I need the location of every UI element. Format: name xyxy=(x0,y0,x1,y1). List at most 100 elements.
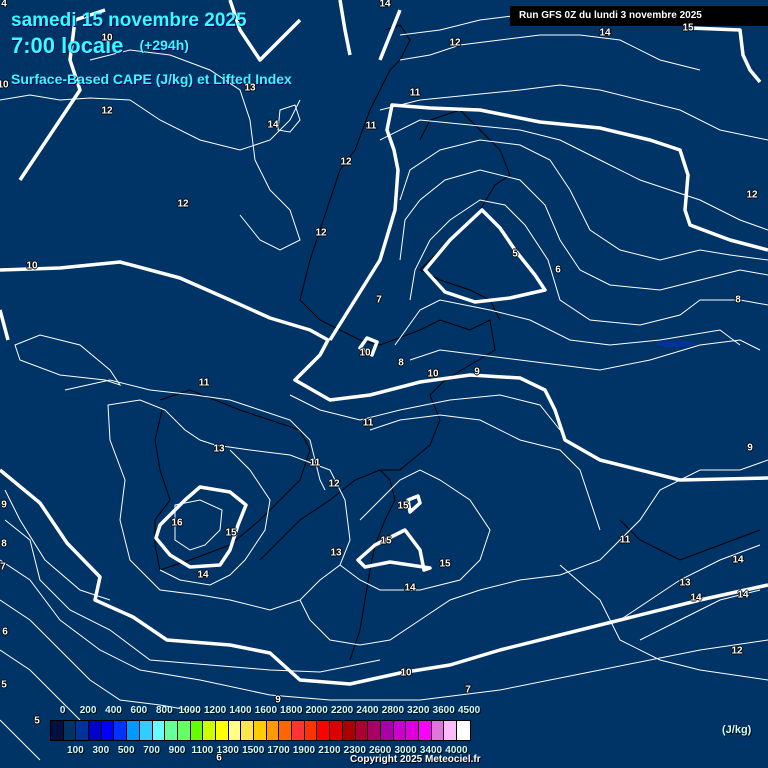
contour-label: 11 xyxy=(409,87,421,99)
contour-label: 12 xyxy=(746,189,758,201)
contour-label: 12 xyxy=(328,478,340,490)
contour-label: 12 xyxy=(315,227,327,239)
run-label: Run GFS 0Z du lundi 3 novembre 2025 xyxy=(510,6,768,26)
contour-label: 14 xyxy=(267,119,279,131)
contour-label: 12 xyxy=(731,645,743,657)
contour-label: 5 xyxy=(1,679,7,691)
legend-tick-top: 4500 xyxy=(457,705,481,716)
contour-label: 13 xyxy=(213,443,225,455)
contour-label: 11 xyxy=(619,534,631,546)
contour-label: 8 xyxy=(735,294,741,306)
legend-tick-bottom: 100 xyxy=(67,745,84,756)
contour-label: 13 xyxy=(679,577,691,589)
contour-label: 10 xyxy=(400,667,412,679)
contour-label: 4 xyxy=(1,0,7,10)
legend-swatch xyxy=(292,721,305,740)
legend-swatch xyxy=(254,721,267,740)
forecast-date: samedi 15 novembre 2025 xyxy=(11,10,247,31)
cape-lifted-index-map xyxy=(0,0,768,761)
legend-tick-top: 200 xyxy=(79,705,97,716)
contour-label: 8 xyxy=(398,357,404,369)
legend-tick-top: 3200 xyxy=(407,705,430,716)
legend-tick-bottom: 1500 xyxy=(242,745,265,756)
contour-15-south xyxy=(356,528,432,572)
legend-tick-bottom: 700 xyxy=(143,745,160,756)
contour-10-south xyxy=(0,468,768,686)
legend-tick-bottom: 1100 xyxy=(191,745,214,756)
legend-swatch xyxy=(89,721,102,740)
legend-tick-top: 800 xyxy=(155,705,173,716)
legend-swatch xyxy=(203,721,216,740)
contour-label: 10 xyxy=(359,347,371,359)
contour-label: 6 xyxy=(2,626,8,638)
forecast-time: 7:00 locale (+294h) xyxy=(11,33,189,59)
contour-label: 12 xyxy=(449,37,461,49)
legend-swatch xyxy=(63,721,77,740)
legend-tick-bottom: 900 xyxy=(168,745,186,756)
contour-label: 14 xyxy=(404,582,416,594)
legend-swatch xyxy=(279,721,293,740)
legend-tick-top: 1400 xyxy=(229,705,252,716)
legend-tick-top: 600 xyxy=(130,705,148,716)
contour-label: 15 xyxy=(439,558,451,570)
legend-tick-top: 400 xyxy=(105,705,122,716)
legend-swatch xyxy=(317,721,331,740)
contour-label: 9 xyxy=(275,694,281,706)
legend-tick-top: 2000 xyxy=(305,705,328,716)
legend-swatch xyxy=(368,721,381,740)
legend-tick-top: 2400 xyxy=(356,705,379,716)
contour-label: 14 xyxy=(197,569,209,581)
legend-swatch xyxy=(228,721,242,740)
legend-swatch xyxy=(127,721,140,740)
legend-tick-bottom: 500 xyxy=(117,745,135,756)
legend-tick-top: 1000 xyxy=(178,705,201,716)
legend-tick-top: 3600 xyxy=(432,705,455,716)
contour-label: 10 xyxy=(101,32,113,44)
cape-color-legend xyxy=(50,720,471,741)
legend-tick-bottom: 1700 xyxy=(267,745,290,756)
legend-swatch xyxy=(406,721,419,740)
cape-patch xyxy=(655,341,695,347)
contour-label: 15 xyxy=(225,527,237,539)
contour-label: 14 xyxy=(690,592,702,604)
contour-label: 12 xyxy=(177,198,189,210)
contour-label: 14 xyxy=(379,0,391,10)
legend-swatch xyxy=(152,721,166,740)
legend-swatch xyxy=(114,721,128,740)
legend-tick-top: 1800 xyxy=(280,705,303,716)
contour-label: 11 xyxy=(362,417,374,429)
contour-label: 14 xyxy=(599,27,611,39)
contour-label: 13 xyxy=(330,547,342,559)
contour-label: 15 xyxy=(380,535,392,547)
legend-tick-top: 0 xyxy=(59,705,66,716)
contour-label: 7 xyxy=(376,294,382,306)
contour-10-west xyxy=(0,309,10,341)
contour-label: 9 xyxy=(1,499,7,511)
legend-swatch xyxy=(304,721,318,740)
contour-label: 15 xyxy=(682,22,694,34)
legend-swatch xyxy=(380,721,394,740)
contour-label: 13 xyxy=(244,82,256,94)
contour-5 xyxy=(423,208,547,304)
legend-tick-top: 2800 xyxy=(381,705,405,716)
legend-swatch xyxy=(241,721,254,740)
contour-label: 11 xyxy=(198,377,210,389)
legend-tick-top: 2200 xyxy=(330,705,354,716)
contour-label: 12 xyxy=(101,105,113,117)
contour-label: 5 xyxy=(512,248,518,260)
contour-label: 14 xyxy=(737,589,749,601)
contour-label: 11 xyxy=(365,120,377,132)
contour-15-small xyxy=(406,494,422,514)
contour-label: 7 xyxy=(0,561,6,573)
legend-tick-bottom: 1900 xyxy=(292,745,316,756)
legend-swatch xyxy=(101,721,115,740)
contour-10-arc xyxy=(328,103,768,341)
legend-tick-top: 1200 xyxy=(203,705,227,716)
legend-swatch xyxy=(266,721,280,740)
legend-swatch xyxy=(431,721,445,740)
legend-swatch xyxy=(51,721,64,740)
contour-label: 8 xyxy=(1,538,7,550)
legend-tick-bottom: 2100 xyxy=(318,745,341,756)
thin-contours xyxy=(0,14,768,761)
legend-swatch xyxy=(165,721,178,740)
